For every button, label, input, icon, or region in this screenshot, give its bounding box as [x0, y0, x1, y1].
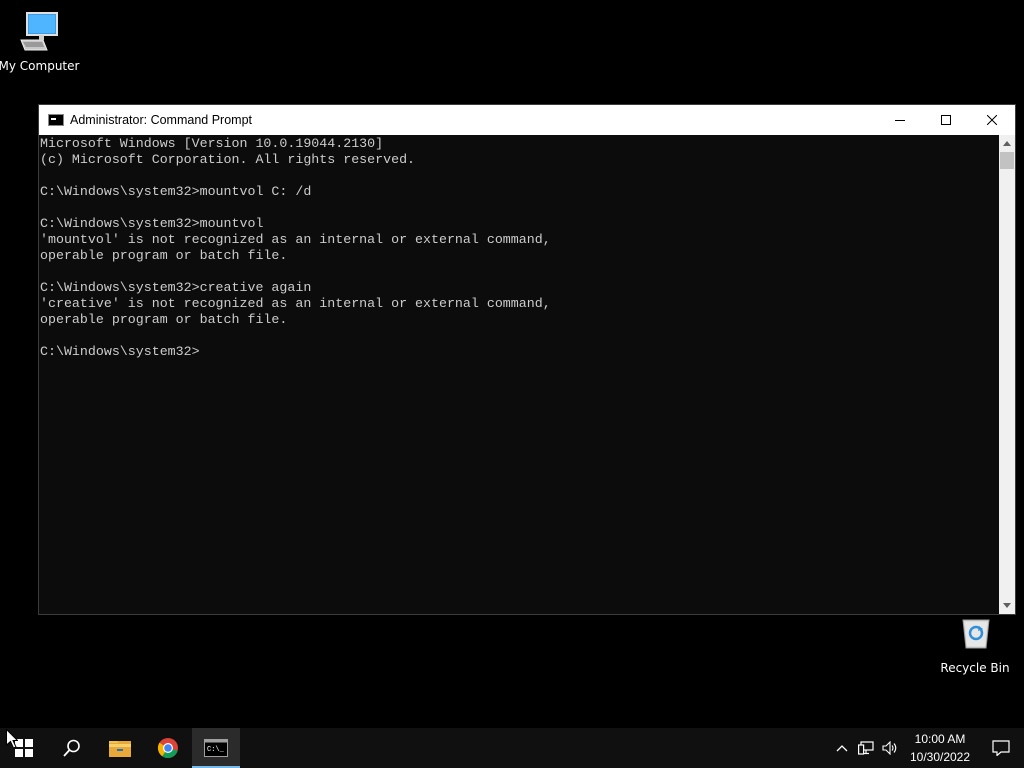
- desktop-icon-recycle-bin[interactable]: Recycle Bin: [933, 610, 1017, 675]
- recycle-bin-icon: [951, 610, 999, 658]
- close-button[interactable]: [969, 105, 1015, 135]
- chevron-down-icon: [1003, 603, 1011, 608]
- console-line: (c) Microsoft Corporation. All rights re…: [40, 152, 416, 167]
- taskbar-file-explorer[interactable]: [96, 728, 144, 768]
- cmd-icon: [48, 114, 64, 126]
- console-line: 'mountvol' is not recognized as an inter…: [40, 232, 551, 247]
- minimize-icon: [895, 120, 905, 121]
- system-tray: 10:00 AM 10/30/2022: [830, 728, 1024, 768]
- desktop-icon-label: Recycle Bin: [940, 661, 1010, 675]
- chevron-up-icon: [836, 745, 848, 752]
- maximize-button[interactable]: [923, 105, 969, 135]
- taskbar: C:\_ 10:00 AM 10/30/2022: [0, 728, 1024, 768]
- svg-text:C:\_: C:\_: [207, 746, 225, 754]
- maximize-icon: [941, 115, 951, 125]
- minimize-button[interactable]: [877, 105, 923, 135]
- network-icon: [858, 741, 874, 755]
- chrome-icon: [157, 738, 178, 759]
- scroll-down-button[interactable]: [999, 597, 1015, 614]
- taskbar-chrome[interactable]: [144, 728, 192, 768]
- console-line: C:\Windows\system32>: [40, 344, 200, 359]
- console-line: C:\Windows\system32>mountvol: [40, 216, 264, 231]
- network-button[interactable]: [854, 728, 878, 768]
- window-titlebar[interactable]: Administrator: Command Prompt: [39, 105, 1015, 135]
- mouse-cursor: [6, 728, 19, 753]
- clock-date: 10/30/2022: [909, 750, 971, 764]
- search-icon: [63, 739, 80, 757]
- chevron-up-icon: [1003, 141, 1011, 146]
- taskbar-command-prompt[interactable]: C:\_: [192, 728, 240, 768]
- computer-icon: [15, 8, 63, 56]
- window-title: Administrator: Command Prompt: [70, 113, 253, 127]
- desktop-icon-label: My Computer: [0, 59, 80, 73]
- volume-icon: [882, 741, 897, 755]
- window-controls: [877, 105, 1015, 135]
- search-button[interactable]: [48, 728, 96, 768]
- scroll-thumb[interactable]: [1000, 152, 1014, 169]
- console-line: operable program or batch file.: [40, 248, 288, 263]
- command-prompt-window[interactable]: Administrator: Command Prompt Microsoft …: [38, 104, 1016, 615]
- console-line: operable program or batch file.: [40, 312, 288, 327]
- vertical-scrollbar[interactable]: [999, 135, 1015, 614]
- console-line: 'creative' is not recognized as an inter…: [40, 296, 551, 311]
- notification-icon: [992, 740, 1010, 756]
- clock-time: 10:00 AM: [914, 732, 966, 746]
- cmd-icon: C:\_: [204, 739, 228, 757]
- volume-button[interactable]: [878, 728, 902, 768]
- taskbar-clock[interactable]: 10:00 AM 10/30/2022: [902, 730, 978, 766]
- console-line: C:\Windows\system32>creative again: [40, 280, 312, 295]
- console-line: C:\Windows\system32>mountvol C: /d: [40, 184, 312, 199]
- action-center-button[interactable]: [978, 728, 1024, 768]
- cursor-icon: [6, 728, 19, 749]
- console-line: Microsoft Windows [Version 10.0.19044.21…: [40, 136, 384, 151]
- desktop-icon-my-computer[interactable]: My Computer: [0, 8, 81, 73]
- console-output[interactable]: Microsoft Windows [Version 10.0.19044.21…: [39, 135, 999, 614]
- scroll-up-button[interactable]: [999, 135, 1015, 152]
- folder-icon: [109, 741, 131, 757]
- show-hidden-icons-button[interactable]: [830, 728, 854, 768]
- close-icon: [987, 115, 997, 125]
